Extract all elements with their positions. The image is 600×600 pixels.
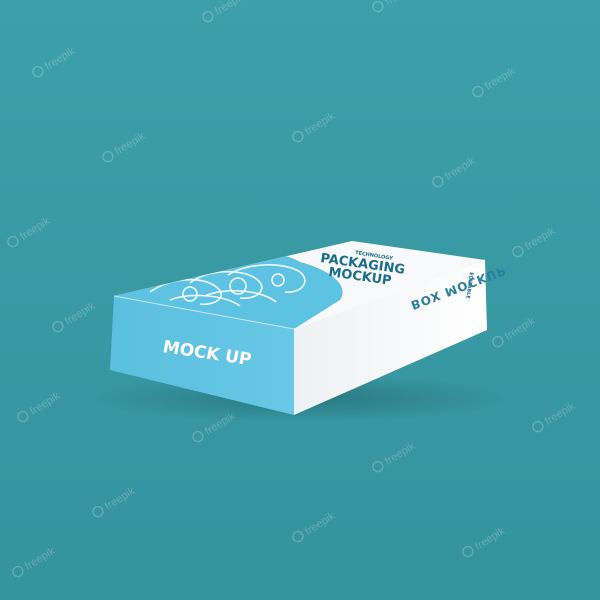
product-mockup-scene: freepikfreepikfreepikfreepikfreepikfreep… [0, 0, 600, 600]
